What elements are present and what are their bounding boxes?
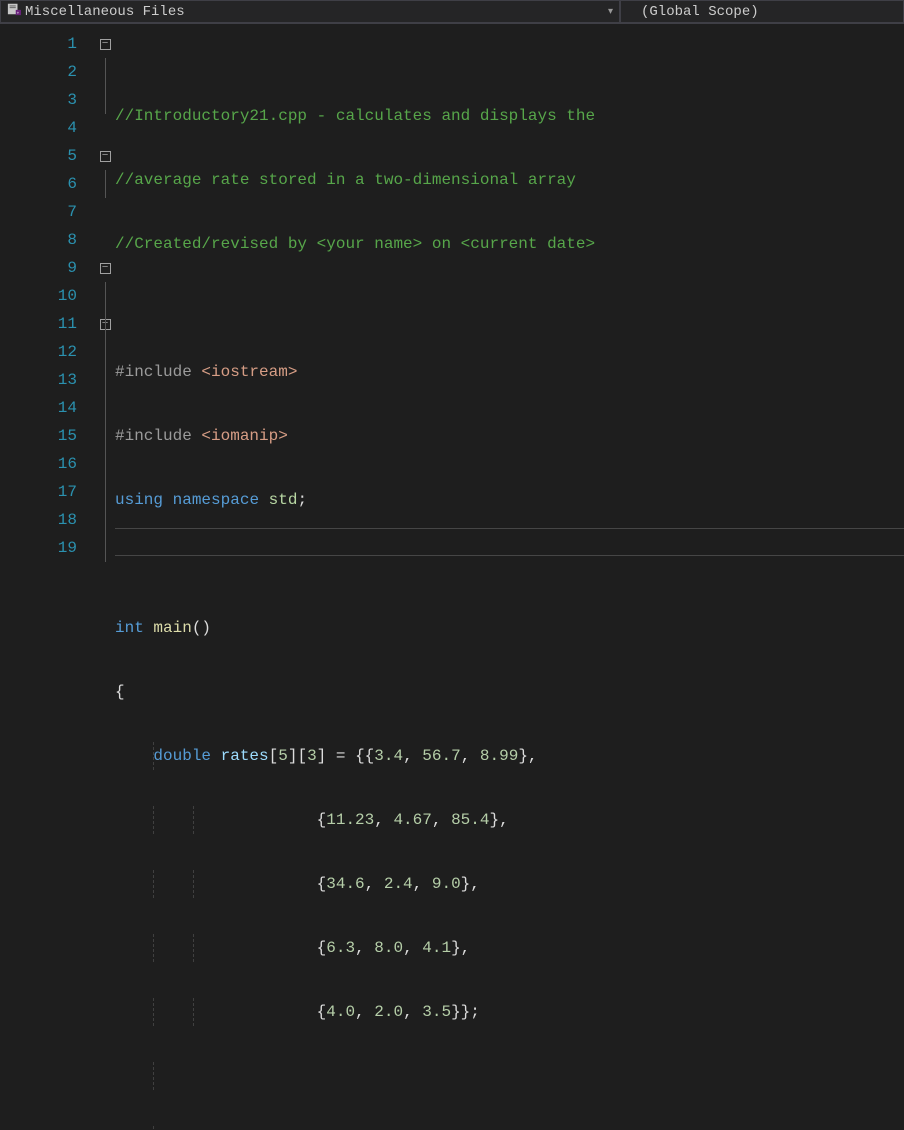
line-number: 11 [0,310,77,338]
code-line: {34.6, 2.4, 9.0}, [115,870,904,898]
line-number: 14 [0,394,77,422]
line-number: 1 [0,30,77,58]
code-line: { [115,678,904,706]
code-line: #include <iomanip> [115,422,904,450]
line-number: 5 [0,142,77,170]
line-number: 18 [0,506,77,534]
fold-toggle[interactable]: − [95,30,115,58]
line-number: 12 [0,338,77,366]
line-number: 4 [0,114,77,142]
line-number: 10 [0,282,77,310]
line-number-gutter: 1 2 3 4 5 6 7 8 9 10 11 12 13 14 15 16 1… [0,24,95,565]
code-line: //average rate stored in a two-dimension… [115,166,904,194]
line-number: 6 [0,170,77,198]
code-line: {6.3, 8.0, 4.1}, [115,934,904,962]
line-number: 8 [0,226,77,254]
code-line: #include <iostream> [115,358,904,386]
line-number: 19 [0,534,77,562]
fold-toggle[interactable]: − [95,254,115,282]
line-number: 3 [0,86,77,114]
outline-margin: − − − − [95,24,115,565]
code-line: //Created/revised by <your name> on <cur… [115,230,904,258]
line-number: 17 [0,478,77,506]
line-number: 13 [0,366,77,394]
code-line: double rates[5][3] = {{3.4, 56.7, 8.99}, [115,742,904,770]
code-line: {11.23, 4.67, 85.4}, [115,806,904,834]
code-line [115,1062,904,1090]
code-line: //Introductory21.cpp - calculates and di… [115,102,904,130]
line-number: 7 [0,198,77,226]
svg-text:+: + [17,11,20,16]
code-line: int main() [115,614,904,642]
line-number: 2 [0,58,77,86]
line-number: 9 [0,254,77,282]
line-number: 16 [0,450,77,478]
chevron-down-icon: ▾ [608,6,613,18]
code-line: {4.0, 2.0, 3.5}}; [115,998,904,1026]
code-editor[interactable]: 1 2 3 4 5 6 7 8 9 10 11 12 13 14 15 16 1… [0,24,904,565]
navigation-bar: + Miscellaneous Files ▾ (Global Scope) [0,0,904,24]
code-line [115,1126,904,1130]
code-line [115,550,904,578]
member-scope-dropdown[interactable]: (Global Scope) [620,0,904,23]
cpp-file-icon: + [7,2,21,21]
code-area[interactable]: //Introductory21.cpp - calculates and di… [115,24,904,565]
fold-toggle[interactable]: − [95,142,115,170]
code-line [115,294,904,322]
project-scope-label: Miscellaneous Files [25,4,185,20]
member-scope-label: (Global Scope) [641,4,759,20]
line-number: 15 [0,422,77,450]
code-line: using namespace std; [115,486,904,514]
fold-toggle[interactable]: − [95,310,115,338]
project-scope-dropdown[interactable]: + Miscellaneous Files ▾ [0,0,620,23]
